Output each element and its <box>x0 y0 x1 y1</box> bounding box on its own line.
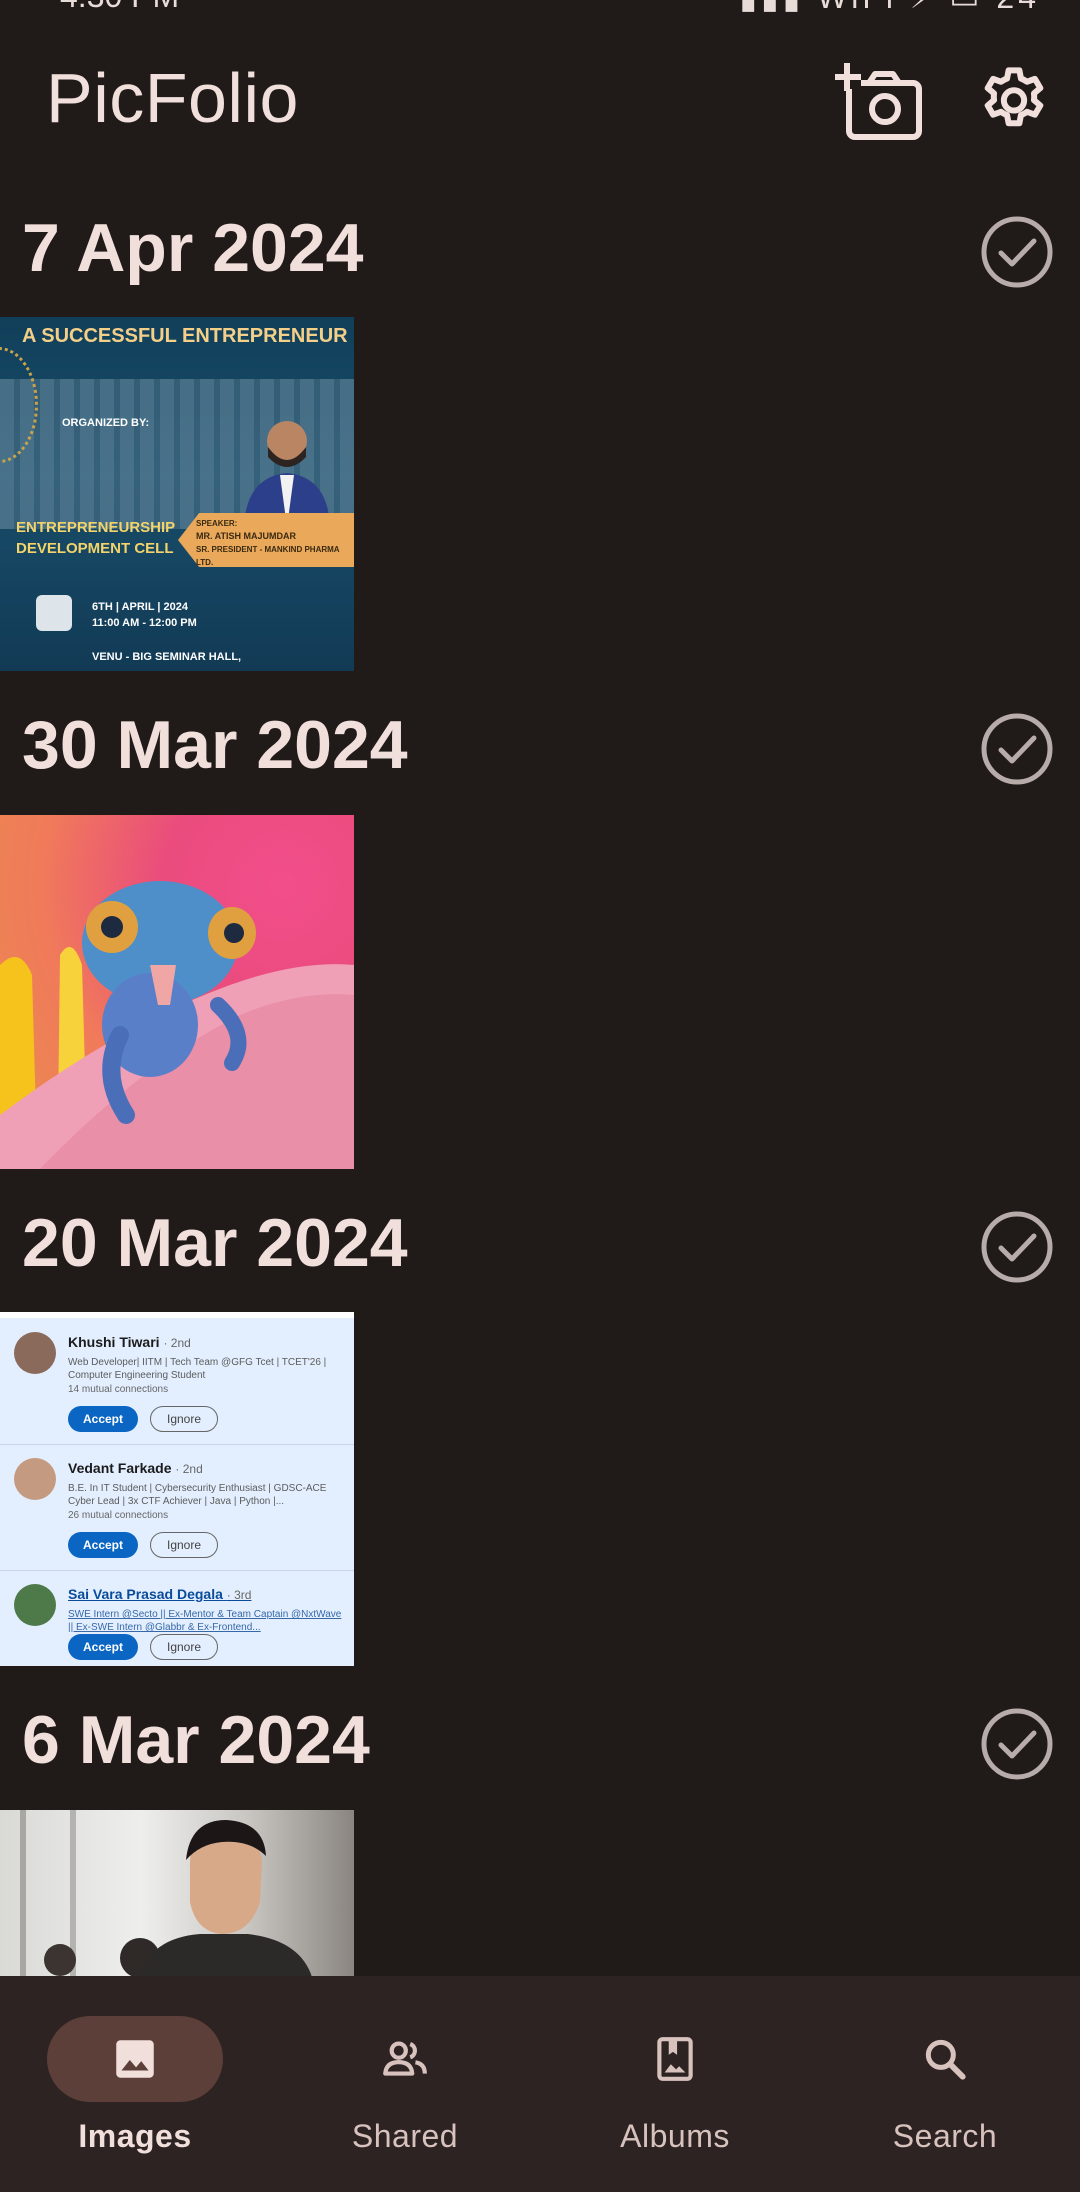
speaker-photo <box>244 421 330 527</box>
mutual-connections: 26 mutual connections <box>68 1510 169 1521</box>
select-all-button[interactable] <box>978 213 1056 291</box>
accept-button: Accept <box>68 1634 138 1660</box>
bookmark-photo-icon <box>657 2037 693 2081</box>
settings-button[interactable] <box>964 52 1064 152</box>
speaker-title: SR. PRESIDENT - MANKIND PHARMA LTD. <box>196 545 340 567</box>
date-header: 6 Mar 2024 <box>0 1677 1080 1797</box>
date-label: 20 Mar 2024 <box>22 1205 408 1281</box>
connection-name: Vedant Farkade <box>68 1460 172 1476</box>
connection-degree: · 3rd <box>226 1588 252 1602</box>
accept-button: Accept <box>68 1406 138 1432</box>
poster-headline: A SUCCESSFUL ENTREPRENEUR <box>22 325 348 347</box>
ignore-button: Ignore <box>150 1634 218 1660</box>
ignore-button: Ignore <box>150 1532 218 1558</box>
photo-thumbnail[interactable]: A SUCCESSFUL ENTREPRENEUR ORGANIZED BY: … <box>0 317 354 671</box>
chameleon-illustration <box>0 881 354 1169</box>
photo-thumbnail[interactable] <box>0 815 354 1169</box>
connection-name-row: Khushi Tiwari · 2nd <box>68 1334 191 1350</box>
ignore-button: Ignore <box>150 1406 218 1432</box>
accept-button: Accept <box>68 1532 138 1558</box>
app-title: PicFolio <box>46 59 299 137</box>
event-venue: VENU - BIG SEMINAR HALL, <box>92 651 242 663</box>
bottom-navigation: Images Shared Albums Search <box>0 1976 1080 2192</box>
check-circle-icon <box>981 1708 1053 1780</box>
event-date-line: 6TH | APRIL | 2024 <box>92 601 189 613</box>
add-photo-button[interactable] <box>830 52 930 152</box>
add-a-photo-icon <box>835 63 922 140</box>
nav-item-shared[interactable]: Shared <box>270 1976 540 2192</box>
connection-request: Khushi Tiwari · 2nd Web Developer| IITM … <box>0 1318 354 1445</box>
avatar <box>14 1332 56 1374</box>
connection-request: Vedant Farkade · 2nd B.E. In IT Student … <box>0 1444 354 1571</box>
poster-cell-line1: ENTREPRENEURSHIP <box>16 519 176 536</box>
check-circle-icon <box>981 713 1053 785</box>
poster-cell-name: ENTREPRENEURSHIP DEVELOPMENT CELL <box>16 517 175 559</box>
date-label: 6 Mar 2024 <box>22 1702 370 1778</box>
people-icon <box>383 2041 427 2076</box>
date-label: 30 Mar 2024 <box>22 707 408 783</box>
nav-label: Albums <box>620 2118 730 2154</box>
speaker-info: SPEAKER: MR. ATISH MAJUMDAR SR. PRESIDEN… <box>196 517 354 569</box>
connection-request: Sai Vara Prasad Degala · 3rd SWE Intern … <box>0 1570 354 1666</box>
portrait-image <box>0 1810 354 1977</box>
photo-thumbnail[interactable]: Khushi Tiwari · 2nd Web Developer| IITM … <box>0 1312 354 1666</box>
avatar <box>14 1584 56 1626</box>
check-circle-icon <box>981 1211 1053 1283</box>
speaker-name: MR. ATISH MAJUMDAR <box>196 531 296 541</box>
calendar-icon <box>36 595 72 631</box>
nav-item-albums[interactable]: Albums <box>540 1976 810 2192</box>
check-circle-icon <box>981 216 1053 288</box>
nav-label: Images <box>78 2118 192 2154</box>
nav-label: Shared <box>351 2118 459 2154</box>
status-indicators: ▮▮▮ WiFi ⚡ ▭ 24 <box>739 0 1040 16</box>
avatar <box>14 1458 56 1500</box>
connection-name-row: Sai Vara Prasad Degala · 3rd <box>68 1586 251 1602</box>
poster-organized-by: ORGANIZED BY: <box>62 417 150 429</box>
connection-name-row: Vedant Farkade · 2nd <box>68 1460 203 1476</box>
connection-name: Khushi Tiwari <box>68 1334 160 1350</box>
nav-item-search[interactable]: Search <box>810 1976 1080 2192</box>
date-header: 20 Mar 2024 <box>0 1180 1080 1300</box>
date-label: 7 Apr 2024 <box>22 210 364 286</box>
screen: 4:30 PM ▮▮▮ WiFi ⚡ ▭ 24 PicFolio 7 Apr 2… <box>0 0 1080 2192</box>
poster-cell-line2: DEVELOPMENT CELL <box>16 540 174 557</box>
nav-label: Search <box>892 2118 998 2154</box>
nav-item-images[interactable]: Images <box>0 1976 270 2192</box>
gear-icon <box>984 67 1044 127</box>
event-poster-image: A SUCCESSFUL ENTREPRENEUR ORGANIZED BY: … <box>0 317 354 671</box>
mutual-connections: 14 mutual connections <box>68 1384 169 1395</box>
date-header: 7 Apr 2024 <box>0 185 1080 305</box>
connection-degree: · 2nd <box>175 1462 203 1476</box>
search-icon <box>925 2039 966 2080</box>
connection-headline: B.E. In IT Student | Cybersecurity Enthu… <box>68 1483 327 1507</box>
select-all-button[interactable] <box>978 1705 1056 1783</box>
connection-requests-screenshot: Khushi Tiwari · 2nd Web Developer| IITM … <box>0 1312 354 1666</box>
status-time: 4:30 PM <box>60 0 179 15</box>
connection-headline: SWE Intern @Secto || Ex-Mentor & Team Ca… <box>68 1609 342 1633</box>
app-bar: PicFolio <box>0 30 1080 170</box>
select-all-button[interactable] <box>978 710 1056 788</box>
speaker-label: SPEAKER: <box>196 519 238 528</box>
select-all-button[interactable] <box>978 1208 1056 1286</box>
event-time-line: 11:00 AM - 12:00 PM <box>92 617 197 629</box>
date-header: 30 Mar 2024 <box>0 682 1080 802</box>
portrait-illustration <box>20 1810 312 1977</box>
connection-name: Sai Vara Prasad Degala <box>68 1586 223 1602</box>
photo-thumbnail[interactable] <box>0 1810 354 1977</box>
event-date: 6TH | APRIL | 2024 11:00 AM - 12:00 PM <box>92 599 197 631</box>
chameleon-image <box>0 815 354 1169</box>
image-icon <box>116 2040 154 2078</box>
connection-headline: Web Developer| IITM | Tech Team @GFG Tce… <box>68 1357 327 1381</box>
connection-degree: · 2nd <box>163 1336 191 1350</box>
status-bar: 4:30 PM ▮▮▮ WiFi ⚡ ▭ 24 <box>0 0 1080 20</box>
